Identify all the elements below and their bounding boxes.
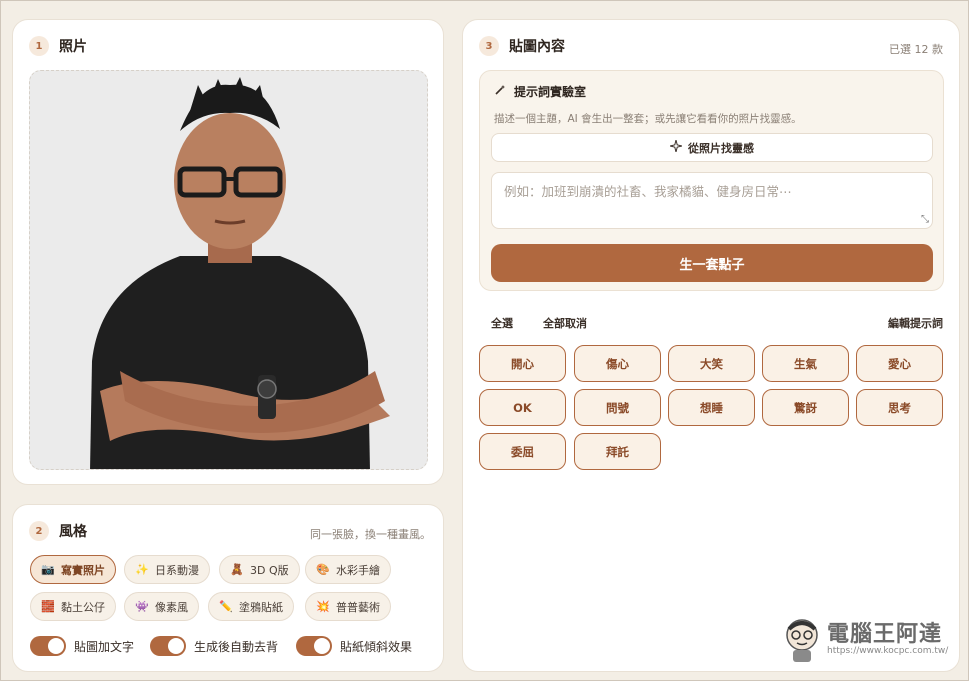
chip-label: 普普藝術 xyxy=(336,600,380,614)
style-chip-clay[interactable]: 🧱 黏土公仔 xyxy=(30,592,116,621)
style-title: 風格 xyxy=(59,524,87,540)
watermark-name: 電腦王阿達 xyxy=(827,622,943,647)
content-title: 貼圖內容 xyxy=(509,39,565,55)
emotion-chip[interactable]: 生氣 xyxy=(762,345,849,382)
style-chip-doodle[interactable]: ✏️ 塗鴉貼紙 xyxy=(208,592,294,621)
toggle-label: 貼紙傾斜效果 xyxy=(340,639,413,654)
sparkle-icon: ✨ xyxy=(135,563,149,576)
step-badge: 1 xyxy=(29,36,49,56)
generate-ideas-button[interactable]: 生一套點子 xyxy=(491,244,933,282)
style-chip-pixel[interactable]: 👾 像素風 xyxy=(124,592,199,621)
burst-icon: 💥 xyxy=(316,600,330,613)
emotion-chip[interactable]: 想睡 xyxy=(668,389,755,426)
pixel-alien-icon: 👾 xyxy=(135,600,149,613)
inspire-label: 從照片找靈感 xyxy=(688,141,754,155)
chip-label: 黏土公仔 xyxy=(61,600,105,614)
chip-label: 像素風 xyxy=(155,600,188,614)
emotion-chip[interactable]: OK xyxy=(479,389,566,426)
photo-title: 照片 xyxy=(59,39,87,55)
watermark-text: 電腦王阿達 https://www.kocpc.com.tw/ xyxy=(827,622,949,657)
emotion-chip[interactable]: 思考 xyxy=(856,389,943,426)
toggle-switch[interactable] xyxy=(30,636,66,656)
clay-icon: 🧱 xyxy=(41,600,55,613)
style-header: 2 風格 xyxy=(29,521,87,541)
prompt-placeholder: 例如：加班到崩潰的社畜、我家橘貓、健身房日常⋯ xyxy=(504,184,792,199)
prompt-textarea[interactable]: 例如：加班到崩潰的社畜、我家橘貓、健身房日常⋯ ⤡ xyxy=(491,172,933,229)
style-chip-anime[interactable]: ✨ 日系動漫 xyxy=(124,555,210,584)
prompt-lab-title: 提示詞實驗室 xyxy=(514,85,587,99)
chip-label: 水彩手繪 xyxy=(336,563,380,577)
toggle-label: 貼圖加文字 xyxy=(74,639,135,654)
toggle-tilt[interactable]: 貼紙傾斜效果 xyxy=(296,636,412,656)
emotion-chip[interactable]: 問號 xyxy=(574,389,661,426)
chip-label: 塗鴉貼紙 xyxy=(239,600,283,614)
toggle-label: 生成後自動去背 xyxy=(194,639,279,654)
site-watermark: 電腦王阿達 https://www.kocpc.com.tw/ xyxy=(781,617,948,663)
selected-count: 已選 12 款 xyxy=(889,43,943,56)
photo-card: 1 照片 xyxy=(12,19,444,485)
edit-prompts-button[interactable]: 編輯提示詞 xyxy=(888,315,943,331)
palette-icon: 🎨 xyxy=(316,563,330,576)
resize-handle-icon[interactable]: ⤡ xyxy=(921,214,929,225)
toggle-switch[interactable] xyxy=(296,636,332,656)
step-badge: 3 xyxy=(479,36,499,56)
prompt-lab-header: 提示詞實驗室 xyxy=(494,83,586,100)
magic-wand-icon xyxy=(494,84,506,99)
style-chip-watercolor[interactable]: 🎨 水彩手繪 xyxy=(305,555,391,584)
photo-header: 1 照片 xyxy=(29,36,87,56)
chip-label: 日系動漫 xyxy=(155,563,199,577)
select-all-button[interactable]: 全選 xyxy=(491,315,513,331)
emotion-chip[interactable]: 大笑 xyxy=(668,345,755,382)
camera-icon: 📷 xyxy=(41,563,55,576)
chip-label: 寫實照片 xyxy=(61,563,105,577)
prompt-lab: 提示詞實驗室 描述一個主題，AI 會生出一整套；或先讓它看看你的照片找靈感。 從… xyxy=(479,70,944,291)
toggle-switch[interactable] xyxy=(150,636,186,656)
pencil-icon: ✏️ xyxy=(219,600,233,613)
emotion-chip[interactable]: 愛心 xyxy=(856,345,943,382)
portrait-photo xyxy=(30,71,427,469)
emotion-chip[interactable]: 委屈 xyxy=(479,433,566,470)
style-chip-pop-art[interactable]: 💥 普普藝術 xyxy=(305,592,391,621)
sparkle-icon xyxy=(669,139,683,155)
emotion-chip[interactable]: 驚訝 xyxy=(762,389,849,426)
content-card: 3 貼圖內容 已選 12 款 提示詞實驗室 描述一個主題，AI 會生出一整套；或… xyxy=(462,19,960,672)
toggle-remove-bg[interactable]: 生成後自動去背 xyxy=(150,636,278,656)
prompt-lab-desc: 描述一個主題，AI 會生出一整套；或先讓它看看你的照片找靈感。 xyxy=(494,113,802,125)
content-header: 3 貼圖內容 xyxy=(479,36,565,56)
emotion-chip[interactable]: 拜託 xyxy=(574,433,661,470)
photo-dropzone[interactable] xyxy=(29,70,428,470)
bear-icon: 🧸 xyxy=(230,563,244,576)
emotion-chip[interactable]: 傷心 xyxy=(574,345,661,382)
mascot-icon xyxy=(786,619,818,662)
style-chip-3d[interactable]: 🧸 3D Q版 xyxy=(219,555,300,584)
inspire-from-photo-button[interactable]: 從照片找靈感 xyxy=(491,133,933,162)
deselect-all-button[interactable]: 全部取消 xyxy=(543,315,587,331)
chip-label: 3D Q版 xyxy=(250,563,289,577)
step-badge: 2 xyxy=(29,521,49,541)
toggle-add-text[interactable]: 貼圖加文字 xyxy=(30,636,134,656)
style-chip-realistic[interactable]: 📷 寫實照片 xyxy=(30,555,116,584)
emotion-chip[interactable]: 開心 xyxy=(479,345,566,382)
style-note: 同一張臉，換一種畫風。 xyxy=(310,528,431,541)
watermark-url: https://www.kocpc.com.tw/ xyxy=(827,646,949,656)
style-card: 2 風格 同一張臉，換一種畫風。 📷 寫實照片 ✨ 日系動漫 🧸 3D Q版 🎨… xyxy=(12,504,444,672)
